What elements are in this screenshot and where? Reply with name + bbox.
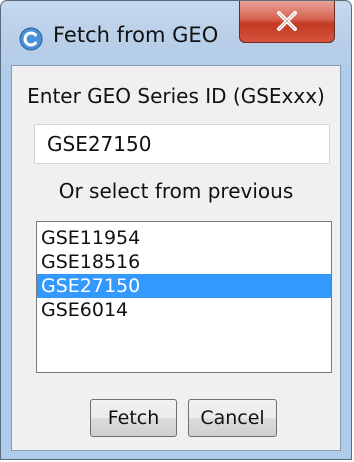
list-item[interactable]: GSE6014 bbox=[37, 298, 331, 322]
series-id-prompt-label: Enter GEO Series ID (GSExxx) bbox=[27, 84, 325, 108]
close-icon bbox=[277, 11, 297, 31]
previous-selection-label: Or select from previous bbox=[58, 179, 294, 203]
dialog-body: Enter GEO Series ID (GSExxx) Or select f… bbox=[11, 65, 341, 451]
fetch-from-geo-dialog: Fetch from GEO Enter GEO Series ID (GSEx… bbox=[0, 0, 352, 460]
title-bar[interactable]: Fetch from GEO bbox=[1, 1, 351, 61]
previous-series-list[interactable]: GSE11954 GSE18516 GSE27150 GSE6014 bbox=[36, 221, 332, 373]
cancel-button[interactable]: Cancel bbox=[188, 399, 277, 437]
app-logo-icon bbox=[19, 27, 43, 51]
close-button[interactable] bbox=[239, 1, 335, 43]
list-item[interactable]: GSE18516 bbox=[37, 250, 331, 274]
fetch-button[interactable]: Fetch bbox=[90, 399, 177, 437]
series-id-input[interactable] bbox=[34, 124, 330, 164]
window-title: Fetch from GEO bbox=[53, 23, 219, 47]
list-item[interactable]: GSE11954 bbox=[37, 226, 331, 250]
list-item-selected[interactable]: GSE27150 bbox=[37, 274, 331, 298]
